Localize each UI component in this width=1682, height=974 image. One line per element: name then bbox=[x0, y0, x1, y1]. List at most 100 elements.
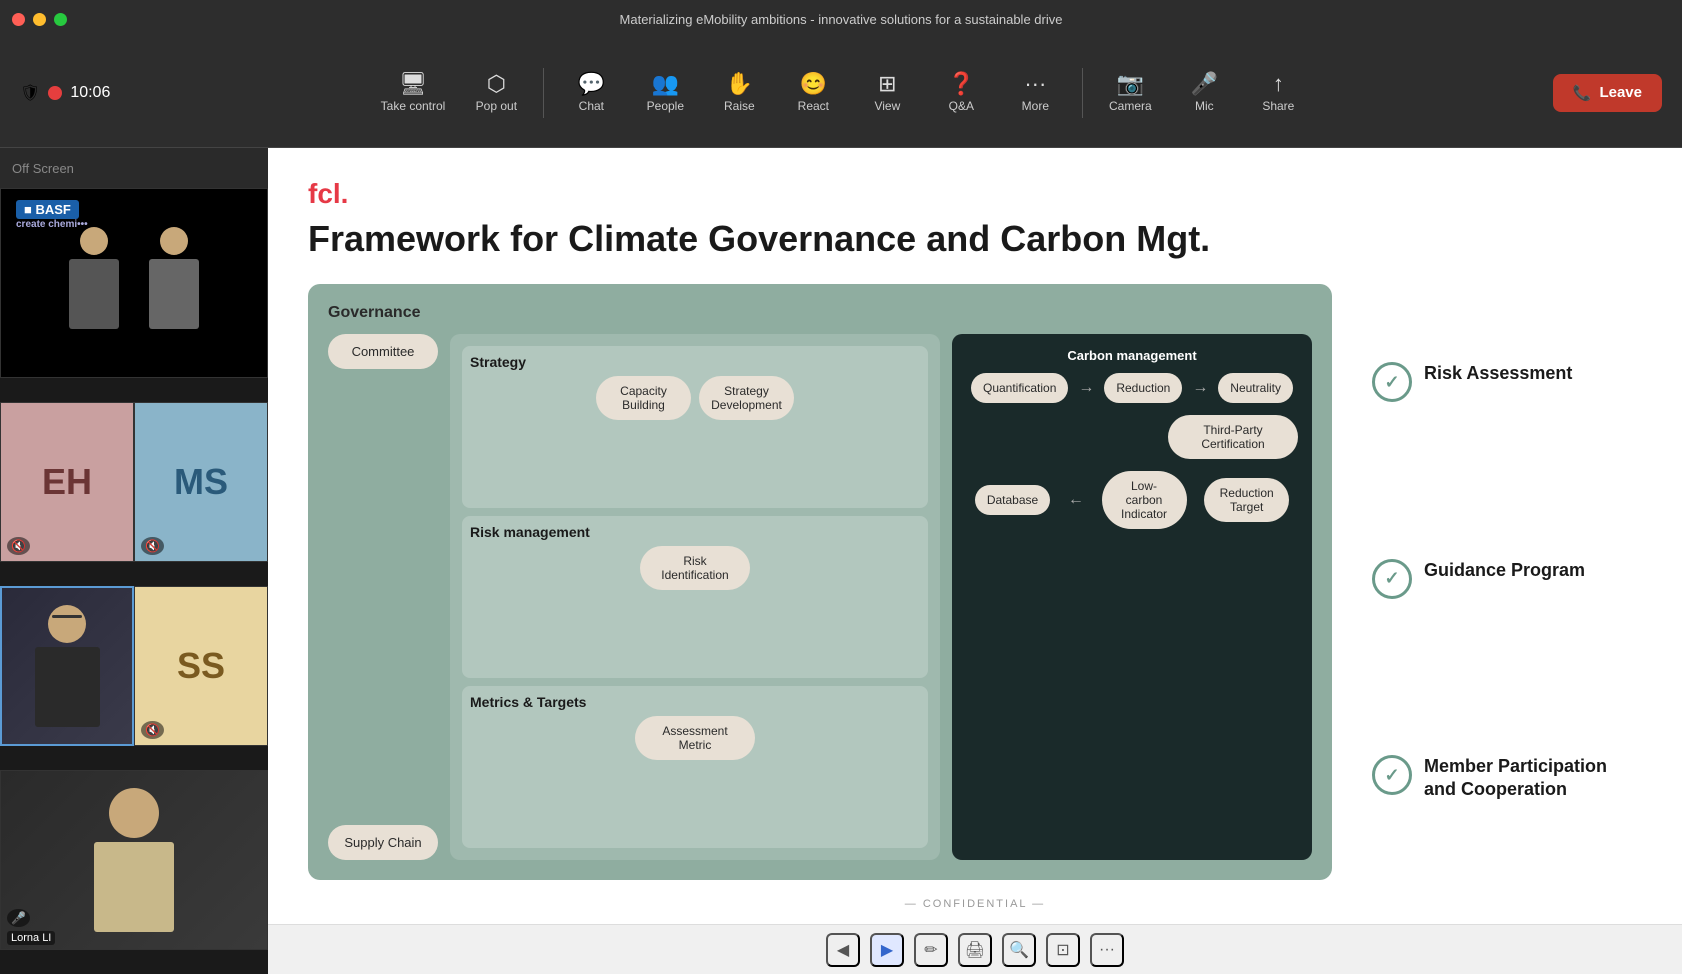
carbon-label: Carbon management bbox=[966, 348, 1298, 363]
minimize-button[interactable] bbox=[33, 13, 46, 26]
qa-icon: ❓ bbox=[948, 73, 975, 95]
slide-more-button[interactable]: ··· bbox=[1090, 933, 1124, 967]
sidebar: Off Screen ■ BASF create chemi••• bbox=[0, 148, 268, 974]
mic-button[interactable]: 🎤 Mic bbox=[1169, 65, 1239, 121]
take-control-label: Take control bbox=[381, 99, 446, 113]
qa-button[interactable]: ❓ Q&A bbox=[926, 65, 996, 121]
camera-label: Camera bbox=[1109, 99, 1152, 113]
chat-button[interactable]: 💬 Chat bbox=[556, 65, 626, 121]
pop-out-label: Pop out bbox=[476, 99, 517, 113]
neutrality-node: Neutrality bbox=[1218, 373, 1293, 403]
risk-id-node: Risk Identification bbox=[640, 546, 750, 590]
slide-pen-button[interactable]: ✏ bbox=[914, 933, 948, 967]
participant-lorna-video: Lorna LI 🎤 bbox=[0, 770, 268, 950]
camera-button[interactable]: 📷 Camera bbox=[1095, 65, 1165, 121]
camera-icon: 📷 bbox=[1117, 73, 1144, 95]
risk-section: Risk management Risk Identification bbox=[462, 516, 928, 678]
left-column: Committee Supply Chain bbox=[328, 334, 438, 860]
third-party-node: Third-Party Certification bbox=[1168, 415, 1298, 459]
main-area: Off Screen ■ BASF create chemi••• bbox=[0, 148, 1682, 974]
window-title: Materializing eMobility ambitions - inno… bbox=[620, 12, 1063, 27]
participants-grid: ■ BASF create chemi••• EH 🔇 bbox=[0, 188, 268, 974]
more-button[interactable]: ··· More bbox=[1000, 65, 1070, 121]
check-icon-member: ✓ bbox=[1372, 755, 1412, 795]
content-area: fcl. Framework for Climate Governance an… bbox=[268, 148, 1682, 974]
confidential-label: — CONFIDENTIAL — bbox=[905, 898, 1045, 910]
people-label: People bbox=[647, 99, 684, 113]
react-label: React bbox=[798, 99, 829, 113]
participant-ms: MS 🔇 bbox=[134, 402, 268, 562]
toolbar-separator-1 bbox=[543, 68, 544, 118]
people-icon: 👥 bbox=[652, 73, 679, 95]
more-label: More bbox=[1022, 99, 1049, 113]
check-text-risk: Risk Assessment bbox=[1424, 362, 1572, 385]
shield-icon: 🛡 bbox=[20, 83, 40, 103]
check-icon-risk: ✓ bbox=[1372, 362, 1412, 402]
share-button[interactable]: ↑ Share bbox=[1243, 65, 1313, 121]
view-icon: ⊞ bbox=[878, 73, 896, 95]
title-bar: Materializing eMobility ambitions - inno… bbox=[0, 0, 1682, 38]
participant-basf-video: ■ BASF create chemi••• bbox=[0, 188, 268, 378]
raise-icon: ✋ bbox=[726, 73, 753, 95]
toolbar-left: 🛡 10:06 bbox=[20, 83, 110, 103]
basf-people bbox=[69, 227, 199, 339]
assessment-node: Assessment Metric bbox=[635, 716, 755, 760]
slide-play-button[interactable]: ▶ bbox=[870, 933, 904, 967]
supply-chain-node: Supply Chain bbox=[328, 825, 438, 860]
metrics-label: Metrics & Targets bbox=[470, 694, 920, 710]
mute-icon-ss: 🔇 bbox=[141, 721, 164, 739]
slide-prev-button[interactable]: ◀ bbox=[826, 933, 860, 967]
close-button[interactable] bbox=[12, 13, 25, 26]
toolbar-time: 10:06 bbox=[70, 84, 110, 102]
reduction-target-node: Reduction Target bbox=[1204, 478, 1289, 522]
mute-icon-lorna: 🎤 bbox=[7, 909, 30, 927]
take-control-button[interactable]: 🖥 Take control bbox=[369, 65, 458, 121]
view-button[interactable]: ⊞ View bbox=[852, 65, 922, 121]
sidebar-header: Off Screen bbox=[0, 148, 268, 188]
view-label: View bbox=[874, 99, 900, 113]
slide-print-button[interactable]: 🖨 bbox=[958, 933, 992, 967]
chat-icon: 💬 bbox=[578, 73, 605, 95]
check-item-member: ✓ Member Participation and Cooperation bbox=[1372, 755, 1642, 802]
carbon-top-row: Quantification → Reduction → Neutrality bbox=[966, 373, 1298, 403]
slide-zoom-button[interactable]: 🔍 bbox=[1002, 933, 1036, 967]
raise-button[interactable]: ✋ Raise bbox=[704, 65, 774, 121]
checklist: ✓ Risk Assessment ✓ Guidance Program ✓ M… bbox=[1362, 284, 1642, 880]
middle-column: Strategy Capacity Building Strategy Deve… bbox=[450, 334, 940, 860]
toolbar: 🛡 10:06 🖥 Take control ⬡ Pop out 💬 Chat … bbox=[0, 38, 1682, 148]
mic-icon: 🎤 bbox=[1191, 73, 1218, 95]
leave-button[interactable]: 📞 Leave bbox=[1553, 74, 1662, 112]
check-icon-guidance: ✓ bbox=[1372, 559, 1412, 599]
react-button[interactable]: 😊 React bbox=[778, 65, 848, 121]
pop-out-button[interactable]: ⬡ Pop out bbox=[461, 65, 531, 121]
risk-nodes: Risk Identification bbox=[470, 546, 920, 590]
check-item-risk: ✓ Risk Assessment bbox=[1372, 362, 1642, 402]
carbon-mid: Third-Party Certification bbox=[966, 415, 1298, 459]
strategy-section: Strategy Capacity Building Strategy Deve… bbox=[462, 346, 928, 508]
people-button[interactable]: 👥 People bbox=[630, 65, 700, 121]
governance-label: Governance bbox=[328, 304, 1312, 322]
more-icon: ··· bbox=[1024, 73, 1046, 95]
strategy-label: Strategy bbox=[470, 354, 920, 370]
toolbar-items: 🖥 Take control ⬡ Pop out 💬 Chat 👥 People… bbox=[369, 65, 1314, 121]
maximize-button[interactable] bbox=[54, 13, 67, 26]
chat-label: Chat bbox=[579, 99, 604, 113]
mute-icon-eh: 🔇 bbox=[7, 537, 30, 555]
carbon-management-section: Carbon management Quantification → Reduc… bbox=[952, 334, 1312, 860]
check-text-guidance: Guidance Program bbox=[1424, 559, 1585, 582]
reduction-node: Reduction bbox=[1104, 373, 1182, 403]
raise-label: Raise bbox=[724, 99, 755, 113]
share-icon: ↑ bbox=[1273, 73, 1284, 95]
share-label: Share bbox=[1262, 99, 1294, 113]
metrics-section: Metrics & Targets Assessment Metric bbox=[462, 686, 928, 848]
framework-diagram: Governance Committee Supply Chain bbox=[308, 284, 1332, 880]
slide-fit-button[interactable]: ⊡ bbox=[1046, 933, 1080, 967]
arrow-1: → bbox=[1078, 379, 1094, 397]
quantification-node: Quantification bbox=[971, 373, 1068, 403]
take-control-icon: 🖥 bbox=[399, 73, 427, 95]
slide-bottom-bar: ◀ ▶ ✏ 🖨 🔍 ⊡ ··· bbox=[268, 924, 1682, 974]
metrics-nodes: Assessment Metric bbox=[470, 716, 920, 760]
mic-label: Mic bbox=[1195, 99, 1214, 113]
recording-indicator bbox=[48, 86, 62, 100]
committee-node: Committee bbox=[328, 334, 438, 369]
